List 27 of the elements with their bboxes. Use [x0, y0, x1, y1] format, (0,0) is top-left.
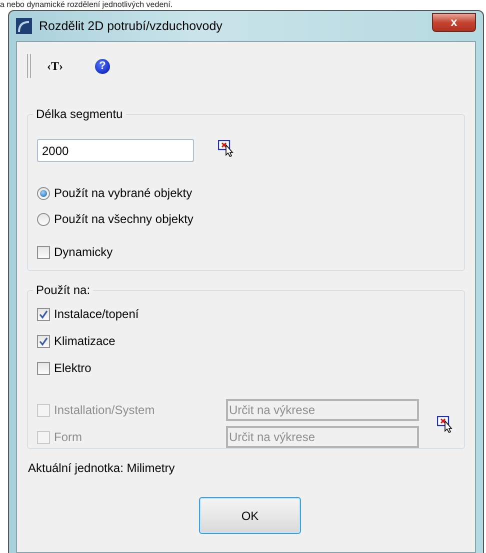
radio-button[interactable]	[37, 186, 50, 200]
window-title: Rozdělit 2D potrubí/vzduchovody	[39, 18, 222, 35]
pick-icon[interactable]	[437, 416, 454, 433]
help-button[interactable]: ?	[95, 58, 110, 74]
checkbox-label: Installation/System	[54, 402, 155, 419]
radio-label: Použít na všechny objekty	[54, 211, 194, 228]
pick-icon[interactable]	[218, 140, 235, 157]
radio-button[interactable]	[37, 212, 50, 226]
toolbar-grip	[27, 54, 31, 78]
checkbox-label: Dynamicky	[54, 244, 113, 261]
checkbox-label: Klimatizace	[54, 333, 116, 350]
checkbox-label: Instalace/topení	[54, 306, 139, 323]
segment-length-field[interactable]: 2000	[37, 139, 194, 162]
ok-button[interactable]: OK	[199, 497, 301, 534]
checkbox[interactable]	[37, 334, 50, 348]
text-tool-button[interactable]: ‹T›	[45, 57, 65, 75]
close-button[interactable]: x	[432, 12, 476, 32]
unit-label: Aktuální jednotka: Milimetry	[28, 460, 176, 477]
radio-label: Použít na vybrané objekty	[54, 185, 192, 202]
checkbox[interactable]	[37, 308, 50, 320]
checkbox[interactable]	[37, 362, 50, 374]
app-icon	[16, 18, 32, 34]
checkbox-label: Form	[54, 429, 82, 446]
checkbox-label: Elektro	[54, 360, 92, 377]
background-text: a nebo dynamické rozdělení jednotlivých vedení.	[0, 0, 173, 10]
checkbox[interactable]	[37, 246, 50, 258]
group-title: Délka segmentu	[33, 106, 126, 122]
